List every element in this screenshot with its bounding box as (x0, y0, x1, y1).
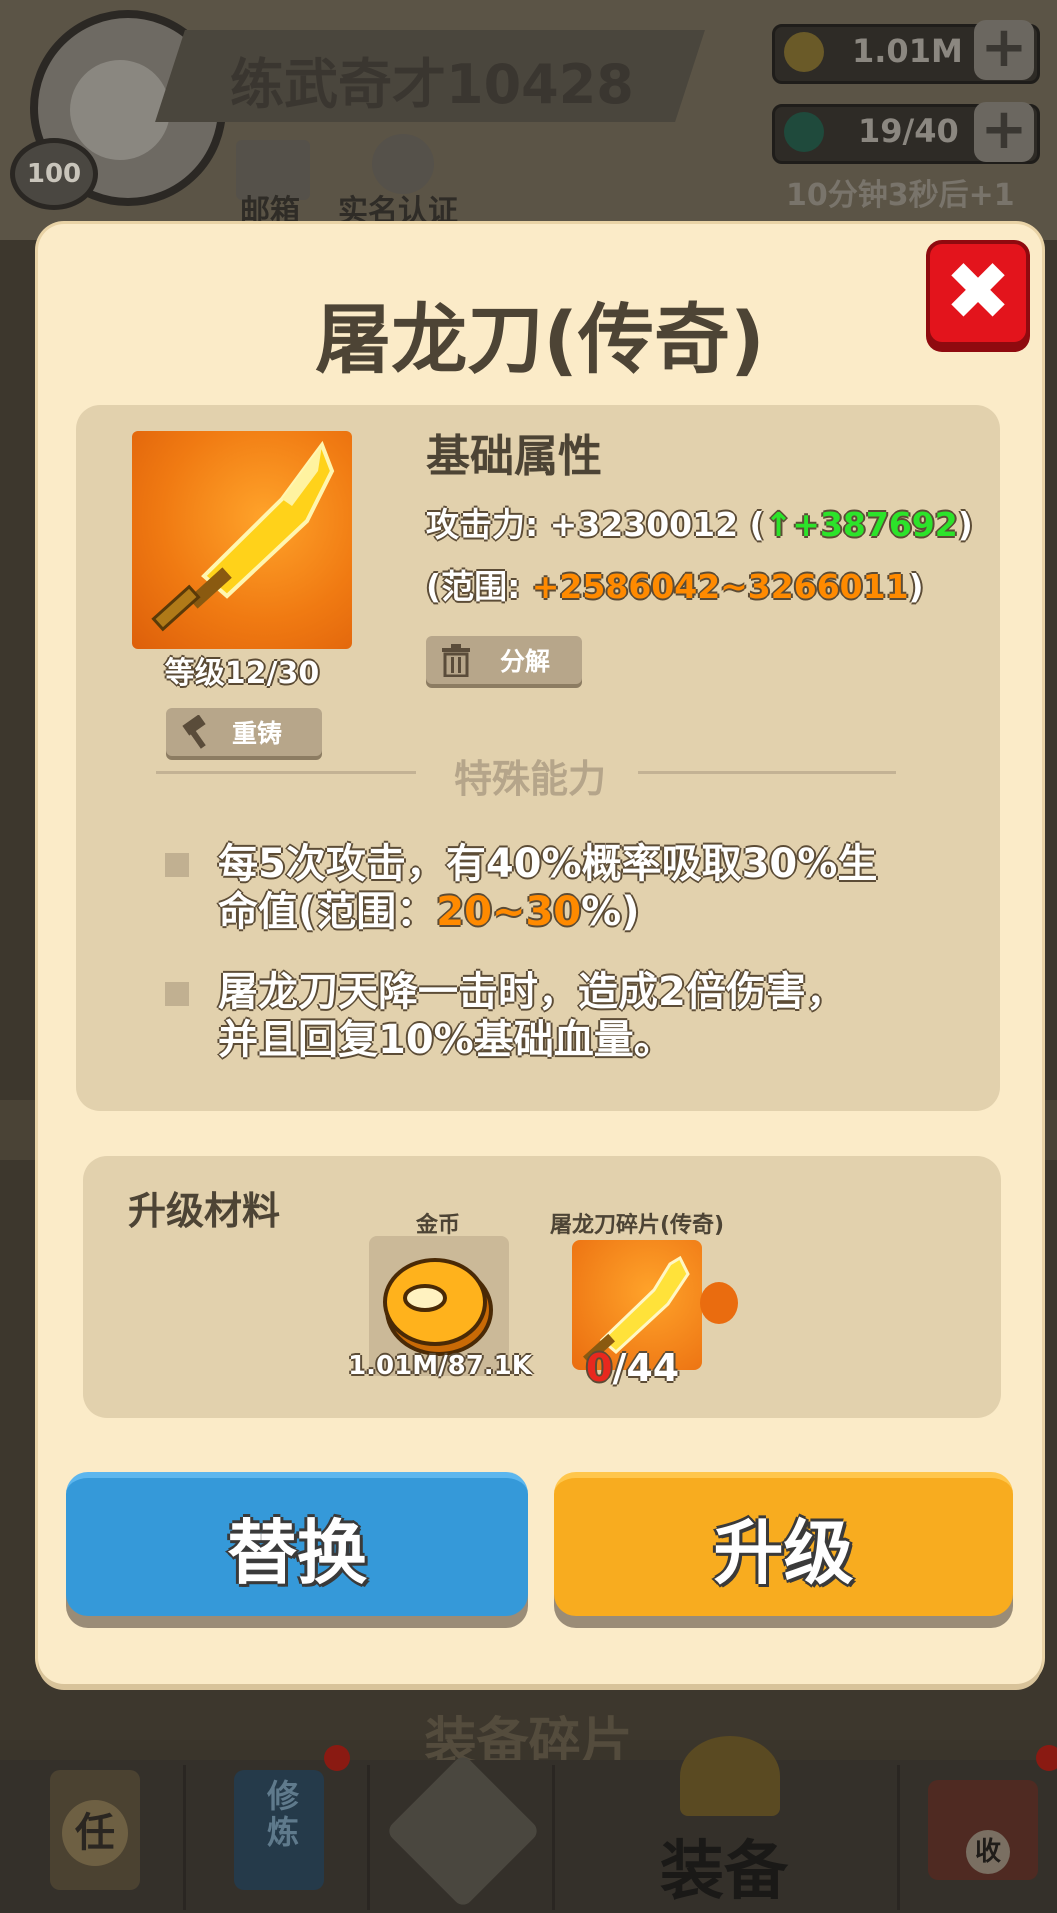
collect-label[interactable]: 收 (966, 1830, 1010, 1874)
energy-drop-icon (784, 112, 824, 152)
attack-line: 攻击力: +3230012 (↑+387692) (426, 498, 973, 546)
modal-title: 屠龙刀(传奇) (315, 295, 765, 384)
notification-dot (1036, 1745, 1057, 1771)
reforge-label: 重铸 (232, 719, 283, 748)
shard-have: 0 (586, 1346, 613, 1390)
gold-coin-icon (784, 32, 824, 72)
sword-icon (151, 440, 335, 632)
ability-2-line-1: 屠龙刀天降一击时，造成2倍伤害， (218, 969, 846, 1015)
bullet-icon (165, 853, 189, 877)
verify-icon[interactable] (372, 134, 434, 194)
train-label[interactable]: 修炼 (260, 1778, 306, 1850)
replace-button[interactable]: 替换 (66, 1472, 528, 1616)
divider-right (638, 771, 896, 774)
attack-gain: +387692 (792, 505, 958, 544)
divider-left (156, 771, 416, 774)
reforge-button[interactable]: 重铸 (166, 708, 322, 756)
add-energy-button[interactable]: + (974, 102, 1034, 162)
gold-material-label: 金币 (415, 1213, 460, 1238)
player-level-badge: 100 (10, 138, 98, 210)
shard-need: /44 (612, 1346, 680, 1390)
nav-divider (183, 1765, 186, 1910)
attack-prefix: 攻击力: +3230012 ( (426, 505, 765, 544)
energy-amount: 19/40 (858, 112, 959, 150)
item-level: 等级12/30 (164, 656, 320, 691)
decompose-button[interactable]: 分解 (426, 636, 582, 684)
equip-label[interactable]: 装备 (660, 1820, 788, 1912)
decompose-label: 分解 (500, 647, 551, 676)
avatar-face-icon (70, 60, 170, 160)
item-icon (132, 431, 352, 649)
nav-divider (897, 1765, 900, 1910)
ability-1-line-2: 命值(范围：20~30%) (218, 888, 639, 936)
ability-1-range: 20~30 (436, 889, 582, 935)
hammer-icon (180, 714, 214, 749)
range-prefix: (范围: (426, 567, 532, 606)
attr-title: 基础属性 (426, 431, 602, 482)
range-suffix: ) (908, 567, 924, 606)
materials-title: 升级材料 (128, 1189, 281, 1233)
ability-1-suffix: %) (581, 889, 640, 935)
bullet-icon (165, 982, 189, 1006)
player-name: 练武奇才10428 (230, 53, 634, 116)
upgrade-button[interactable]: 升级 (554, 1472, 1013, 1616)
shard-puzzle-tab (700, 1282, 738, 1324)
ability-2-line-2: 并且回复10%基础血量。 (218, 1017, 674, 1063)
shard-material-count: 0/44 (586, 1346, 679, 1390)
trash-icon (440, 643, 472, 678)
nav-divider (367, 1765, 370, 1910)
gold-amount: 1.01M (852, 32, 963, 70)
ability-1-line-1: 每5次攻击，有40%概率吸取30%生 (218, 841, 878, 887)
task-label[interactable]: 任 (62, 1800, 128, 1866)
attack-up-arrow-icon: ↑ (764, 505, 793, 544)
shard-material-label: 屠龙刀碎片(传奇) (549, 1213, 725, 1238)
add-gold-button[interactable]: + (974, 20, 1034, 80)
equip-helmet-icon[interactable] (680, 1736, 780, 1816)
ability-1-prefix: 命值(范围： (218, 889, 437, 935)
close-button[interactable]: ✖ (926, 240, 1030, 346)
special-title: 特殊能力 (453, 757, 606, 801)
notification-dot (324, 1745, 350, 1771)
attack-suffix: ) (957, 505, 973, 544)
range-line: (范围: +2586042~3266011) (426, 560, 924, 608)
gold-material-count: 1.01M/87.1K (348, 1351, 532, 1381)
energy-timer: 10分钟3秒后+1 (786, 178, 1015, 213)
nav-divider (552, 1765, 555, 1910)
range-value: +2586042~3266011 (531, 567, 909, 606)
